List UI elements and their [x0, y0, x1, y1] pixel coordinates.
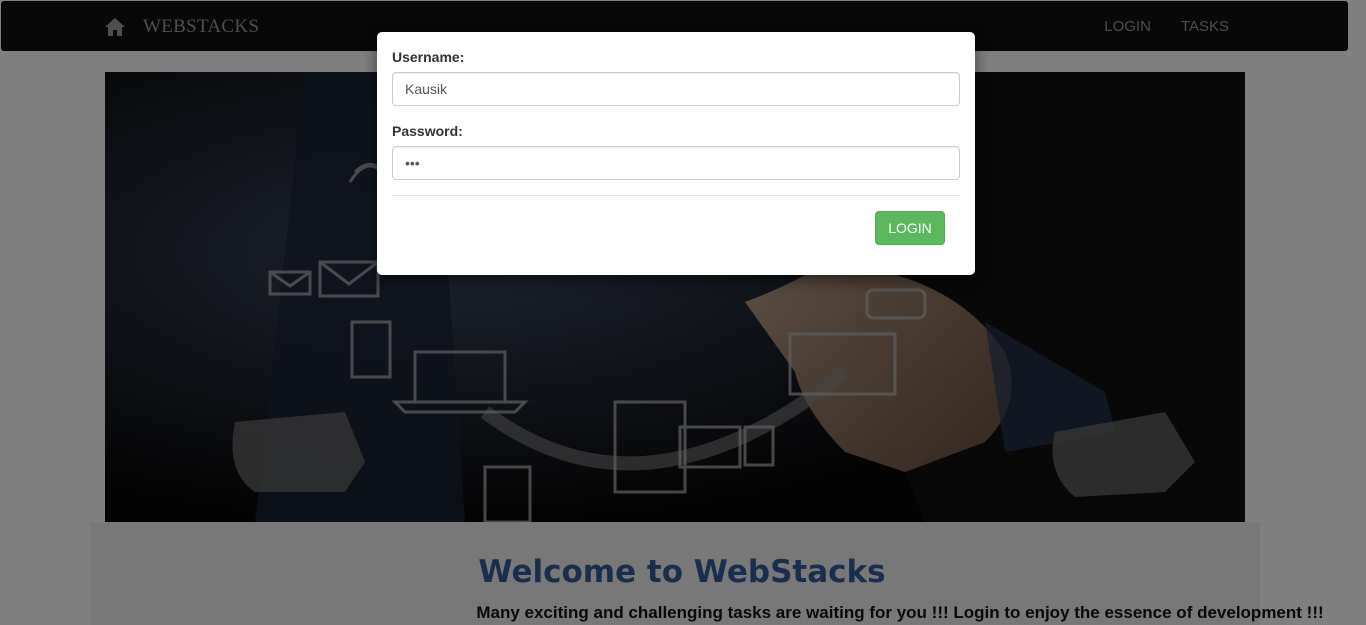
password-label: Password: [392, 123, 463, 139]
username-input[interactable] [392, 72, 960, 106]
login-modal: Username: Password: LOGIN [377, 32, 975, 275]
username-label: Username: [392, 49, 465, 65]
modal-divider [392, 195, 960, 196]
password-input[interactable] [392, 146, 960, 180]
login-submit-button[interactable]: LOGIN [875, 211, 945, 245]
